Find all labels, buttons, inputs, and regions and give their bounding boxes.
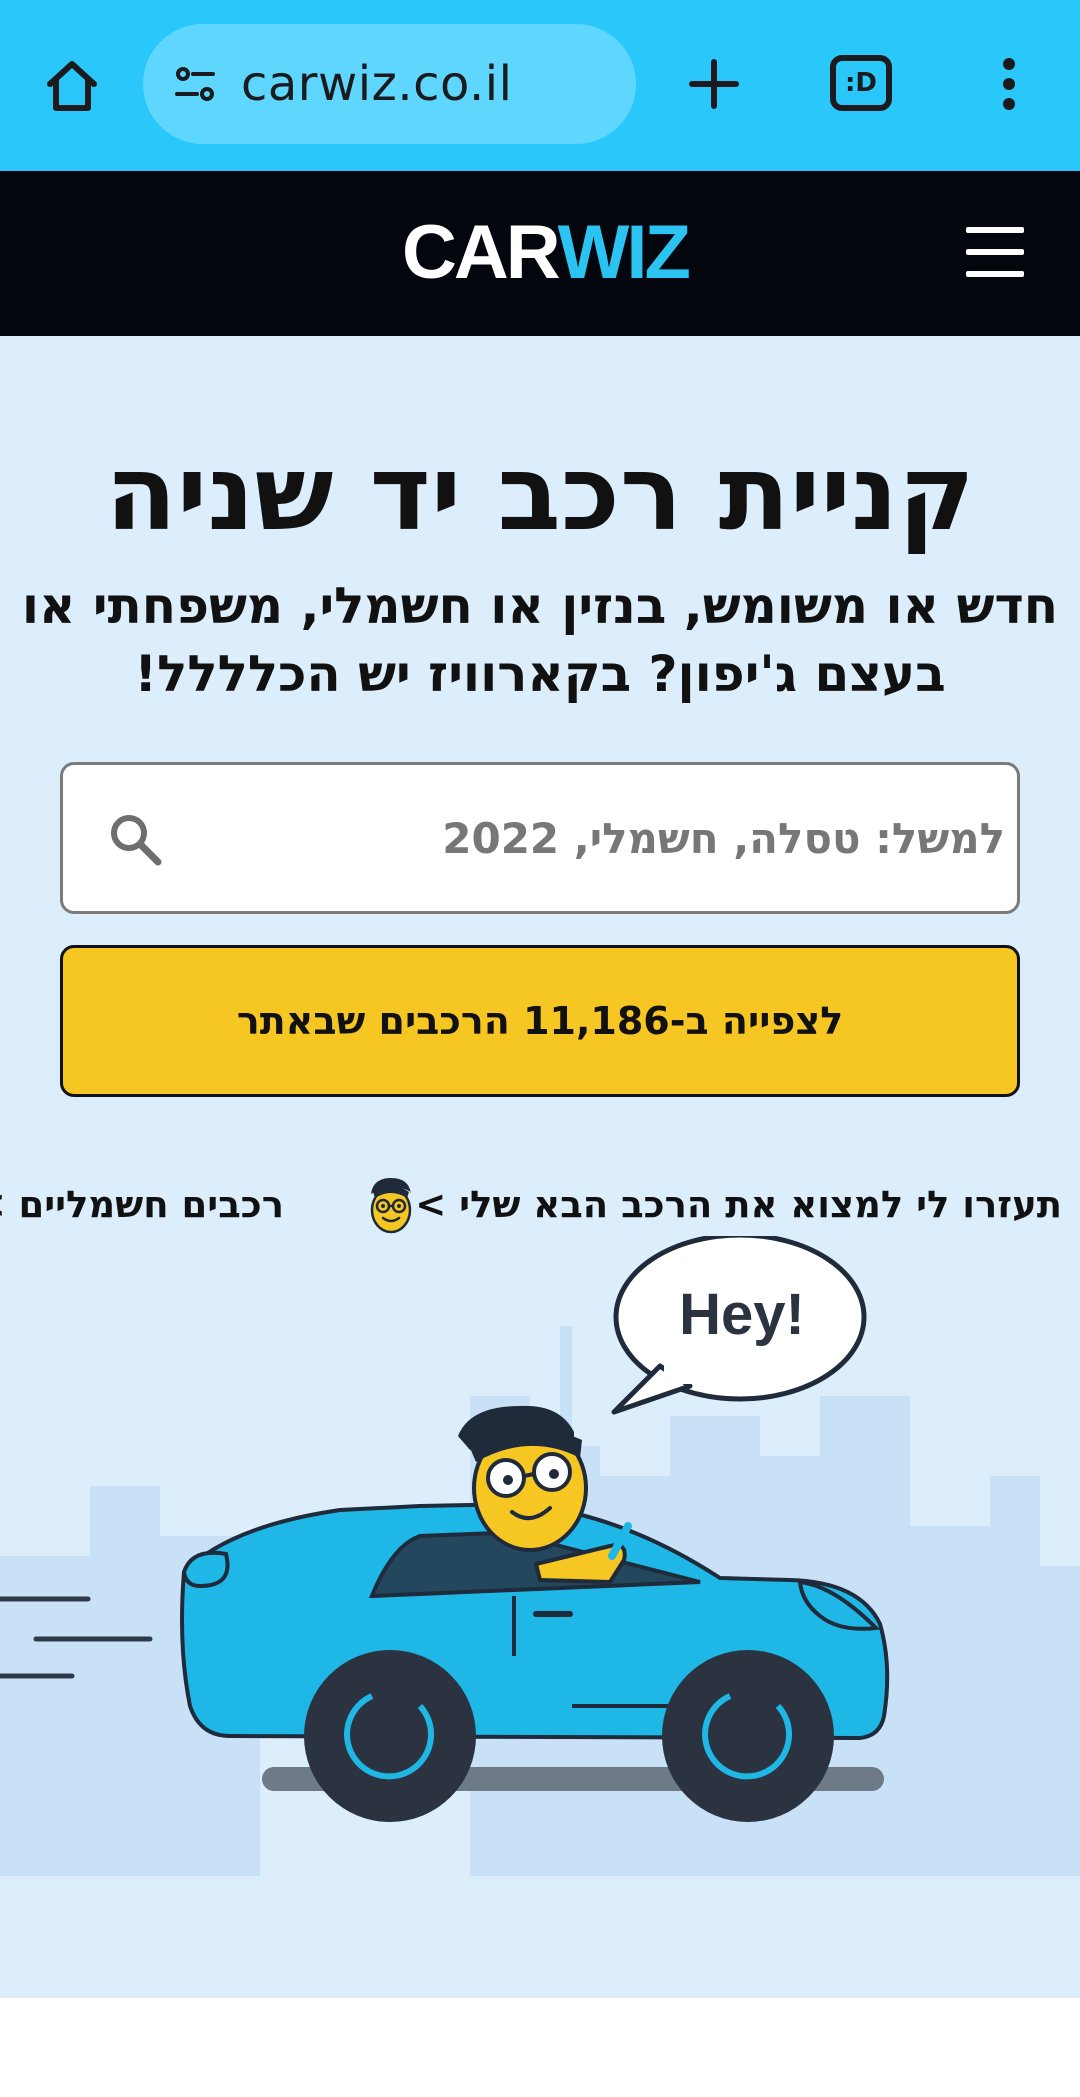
- help-find-car-label: תעזרו לי למצוא את הרכב הבא שלי >: [415, 1182, 1062, 1226]
- browser-toolbar: carwiz.co.il :D: [0, 0, 1080, 171]
- home-icon[interactable]: [34, 48, 110, 124]
- carwiz-logo[interactable]: CAR WIZ: [402, 210, 691, 295]
- url-text[interactable]: carwiz.co.il: [241, 56, 512, 112]
- more-options-icon[interactable]: [986, 44, 1032, 124]
- page-subtitle: חדש או משומש, בנזין או חשמלי, משפחתי או …: [21, 577, 1059, 703]
- menu-icon[interactable]: [966, 227, 1024, 277]
- tab-switcher-button[interactable]: :D: [830, 55, 892, 111]
- site-header: CAR WIZ: [0, 171, 1080, 336]
- speech-text: Hey!: [679, 1282, 805, 1347]
- speech-bubble: Hey!: [611, 1236, 867, 1415]
- logo-car: CAR: [402, 209, 561, 295]
- site-settings-icon[interactable]: [167, 56, 223, 112]
- search-box[interactable]: [60, 762, 1020, 914]
- hero-illustration: Hey!: [0, 1236, 1080, 1876]
- logo-wiz: WIZ: [557, 209, 691, 295]
- search-icon[interactable]: [105, 809, 165, 869]
- address-bar[interactable]: carwiz.co.il: [143, 24, 636, 144]
- page-title: קניית רכב יד שניה: [105, 432, 975, 554]
- hero-section: קניית רכב יד שניה חדש או משומש, בנזין או…: [0, 336, 1080, 1998]
- search-input[interactable]: [173, 765, 1005, 911]
- mascot-face-icon: [370, 1178, 412, 1234]
- electric-cars-label: רכבים חשמליים >: [0, 1182, 284, 1226]
- new-tab-icon[interactable]: [676, 44, 752, 124]
- tab-count: :D: [845, 68, 877, 98]
- view-all-cars-button[interactable]: לצפייה ב-11,186 הרכבים שבאתר: [60, 945, 1020, 1097]
